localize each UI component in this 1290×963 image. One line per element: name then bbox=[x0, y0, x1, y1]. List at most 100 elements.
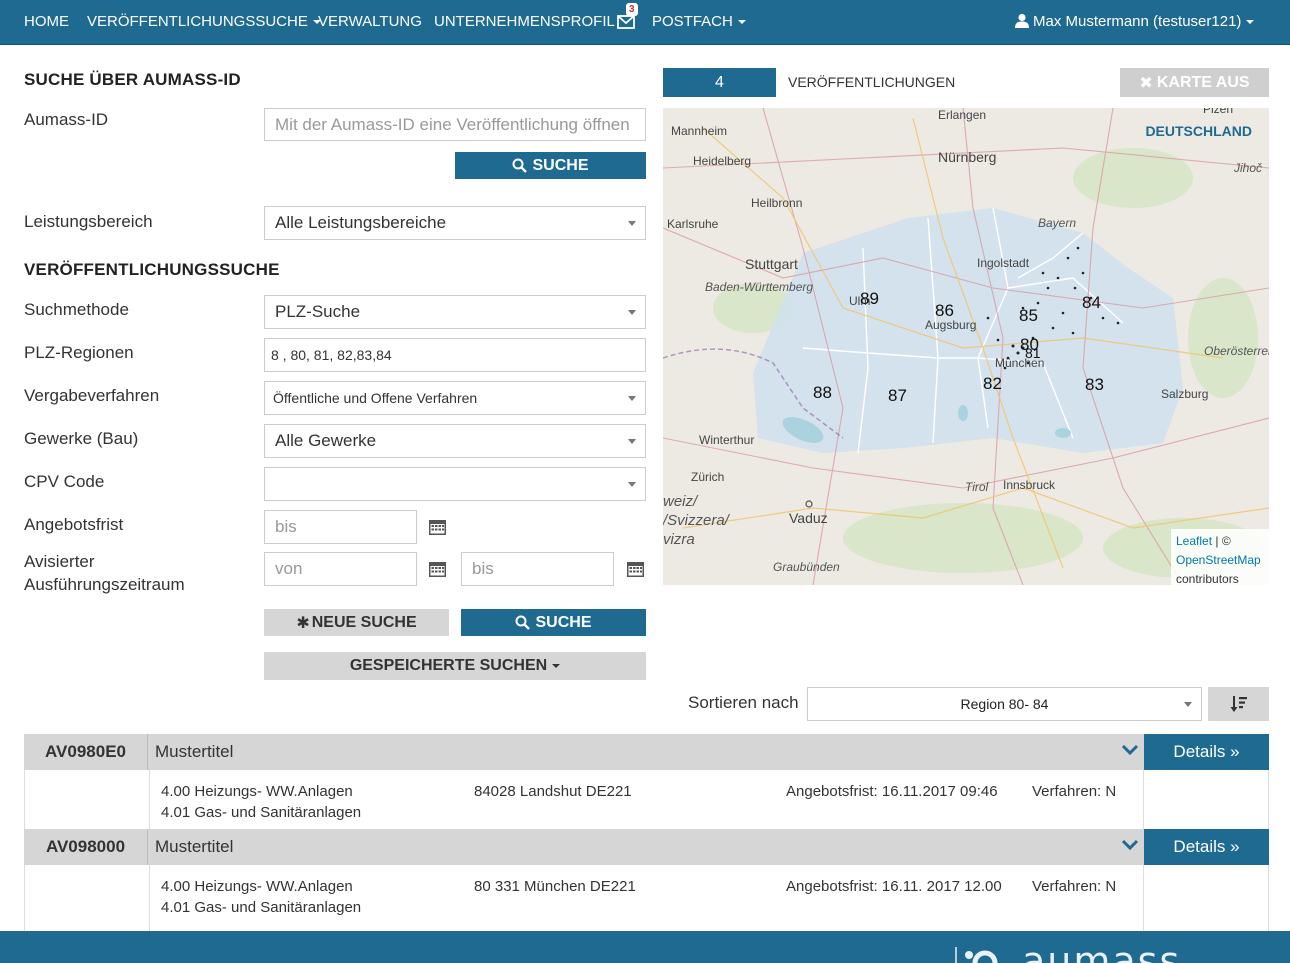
result-deadline: Angebotsfrist: 16.11. 2017 12.00 bbox=[786, 878, 1002, 895]
period-to-input[interactable]: bis bbox=[461, 552, 614, 586]
nav-mailbox[interactable]: POSTFACH bbox=[652, 13, 746, 30]
publication-count-badge: 4 bbox=[663, 68, 776, 97]
map-view[interactable]: Erlangen Mannheim Heidelberg Nürnberg He… bbox=[663, 108, 1269, 585]
map-city-label: Mannheim bbox=[671, 124, 728, 138]
map-region-label: Bayern bbox=[1038, 216, 1077, 230]
footer: aumass bbox=[0, 931, 1290, 963]
result-body: 4.00 Heizungs- WW.Anlagen 4.01 Gas- und … bbox=[24, 865, 1269, 931]
dropdown-arrow-icon bbox=[1184, 702, 1192, 707]
trades-value: Alle Gewerke bbox=[275, 431, 377, 450]
period-from-input[interactable]: von bbox=[264, 552, 417, 586]
map-region-number: 84 bbox=[1082, 293, 1101, 312]
leaflet-link[interactable]: Leaflet bbox=[1176, 534, 1212, 548]
sort-order-button[interactable] bbox=[1208, 687, 1269, 721]
service-area-select[interactable]: Alle Leistungsbereiche bbox=[264, 206, 646, 240]
close-icon: ✖ bbox=[1139, 74, 1153, 92]
search-icon bbox=[515, 615, 531, 630]
dropdown-arrow-icon bbox=[628, 482, 636, 487]
sort-select[interactable]: Region 80- 84 bbox=[807, 687, 1202, 721]
dropdown-arrow-icon bbox=[628, 310, 636, 315]
sort-value: Region 80- 84 bbox=[960, 696, 1049, 712]
map-region-label: Oberösterreich bbox=[1204, 344, 1269, 358]
search-method-select[interactable]: PLZ-Suche bbox=[264, 295, 646, 329]
result-header[interactable]: AV0980E0 Mustertitel Details » bbox=[24, 734, 1269, 770]
caret-down-icon bbox=[737, 20, 746, 25]
aumass-search-title: SUCHE ÜBER AUMASS-ID bbox=[24, 70, 241, 89]
map-region-number: 89 bbox=[860, 289, 879, 308]
map-off-button[interactable]: ✖ KARTE AUS bbox=[1120, 68, 1269, 97]
dropdown-arrow-icon bbox=[628, 439, 636, 444]
calendar-icon[interactable] bbox=[428, 560, 447, 578]
trades-select[interactable]: Alle Gewerke bbox=[264, 424, 646, 458]
result-header[interactable]: AV098000 Mustertitel Details » bbox=[24, 829, 1269, 865]
aumass-id-label: Aumass-ID bbox=[24, 110, 109, 129]
result-trade-1: 4.00 Heizungs- WW.Anlagen bbox=[161, 783, 353, 800]
result-trade-2: 4.01 Gas- und Sanitäranlagen bbox=[161, 899, 362, 916]
cpv-code-select[interactable] bbox=[264, 467, 646, 501]
chevron-down-icon[interactable] bbox=[1121, 743, 1139, 757]
result-trade-1: 4.00 Heizungs- WW.Anlagen bbox=[161, 878, 353, 895]
calendar-icon[interactable] bbox=[626, 560, 645, 578]
map-region-number: 88 bbox=[813, 383, 832, 402]
map-attribution: Leaflet | © OpenStreetMap contributors bbox=[1171, 529, 1269, 585]
nav-company-profile[interactable]: UNTERNEHMENSPROFIL bbox=[434, 13, 615, 30]
map-city-label: Plzeň bbox=[1203, 108, 1234, 116]
result-procedure: Verfahren: N bbox=[1032, 878, 1117, 895]
nav-home[interactable]: HOME bbox=[24, 13, 69, 30]
plz-regions-input[interactable]: 8 , 80, 81, 82,83,84 bbox=[264, 338, 646, 372]
nav-publication-search-label: VERÖFFENTLICHUNGSSUCHE bbox=[87, 13, 308, 30]
map-off-button-label: KARTE AUS bbox=[1156, 73, 1250, 91]
map-city-label: Nürnberg bbox=[938, 149, 997, 165]
top-navbar: HOME VERÖFFENTLICHUNGSSUCHE VERWALTUNG U… bbox=[0, 0, 1290, 45]
openstreetmap-link[interactable]: OpenStreetMap bbox=[1176, 553, 1261, 567]
deadline-to-input[interactable]: bis bbox=[264, 510, 417, 544]
mail-count-badge: 3 bbox=[626, 3, 638, 16]
footer-logo: aumass bbox=[1022, 939, 1182, 963]
aumass-search-button-label: SUCHE bbox=[532, 156, 589, 174]
cpv-code-label: CPV Code bbox=[24, 472, 105, 491]
aumass-search-button[interactable]: SUCHE bbox=[455, 152, 646, 179]
search-method-label: Suchmethode bbox=[24, 300, 129, 319]
aumass-id-input[interactable]: Mit der Aumass-ID eine Veröffentlichung … bbox=[264, 108, 646, 141]
new-search-button-label: NEUE SUCHE bbox=[311, 613, 417, 631]
map-city-label: Salzburg bbox=[1161, 387, 1209, 401]
map-region-number: 82 bbox=[983, 374, 1002, 393]
nav-administration[interactable]: VERWALTUNG bbox=[318, 13, 422, 30]
result-right-cell bbox=[1143, 770, 1268, 829]
map-city-label: Innsbruck bbox=[1003, 478, 1056, 492]
publication-search-button[interactable]: SUCHE bbox=[461, 609, 646, 636]
deadline-label: Angebotsfrist bbox=[24, 515, 124, 534]
nav-publication-search[interactable]: VERÖFFENTLICHUNGSSUCHE bbox=[87, 13, 321, 30]
service-area-label: Leistungsbereich bbox=[24, 212, 153, 231]
map-city-label: Stuttgart bbox=[745, 256, 798, 272]
result-procedure: Verfahren: N bbox=[1032, 783, 1117, 800]
result-left-cell bbox=[25, 865, 150, 931]
service-area-value: Alle Leistungsbereiche bbox=[275, 213, 447, 232]
dropdown-arrow-icon bbox=[628, 396, 636, 401]
sort-label: Sortieren nach bbox=[688, 693, 799, 712]
new-search-button[interactable]: ✱ NEUE SUCHE bbox=[264, 609, 449, 636]
attribution-separator: | © bbox=[1212, 534, 1231, 548]
map-region-label: weiz/ bbox=[663, 493, 698, 510]
result-location: 84028 Landshut DE221 bbox=[474, 783, 632, 800]
result-title: Mustertitel bbox=[155, 837, 234, 856]
result-id: AV0980E0 bbox=[24, 734, 148, 770]
asterisk-icon: ✱ bbox=[296, 614, 310, 632]
nav-user-label: Max Mustermann (testuser121) bbox=[1033, 13, 1242, 30]
aumass-logo-icon bbox=[955, 947, 998, 963]
calendar-icon[interactable] bbox=[428, 518, 447, 536]
saved-searches-button[interactable]: GESPEICHERTE SUCHEN bbox=[264, 652, 646, 680]
map-region-number: 83 bbox=[1085, 375, 1104, 394]
chevron-down-icon[interactable] bbox=[1121, 838, 1139, 852]
map-city-label: Heilbronn bbox=[751, 196, 803, 210]
map-region-label: Baden-Württemberg bbox=[705, 280, 814, 294]
result-trade-2: 4.01 Gas- und Sanitäranlagen bbox=[161, 804, 362, 821]
attribution-contributors: contributors bbox=[1176, 572, 1239, 585]
map-region-number: 81 bbox=[1025, 345, 1041, 361]
map-region-label: /Svizzera/ bbox=[663, 512, 729, 529]
details-button[interactable]: Details » bbox=[1144, 734, 1269, 770]
details-button[interactable]: Details » bbox=[1144, 829, 1269, 865]
procedure-select[interactable]: Öffentliche und Offene Verfahren bbox=[264, 381, 646, 415]
result-title: Mustertitel bbox=[155, 742, 234, 761]
nav-user-menu[interactable]: Max Mustermann (testuser121) bbox=[1015, 13, 1255, 30]
